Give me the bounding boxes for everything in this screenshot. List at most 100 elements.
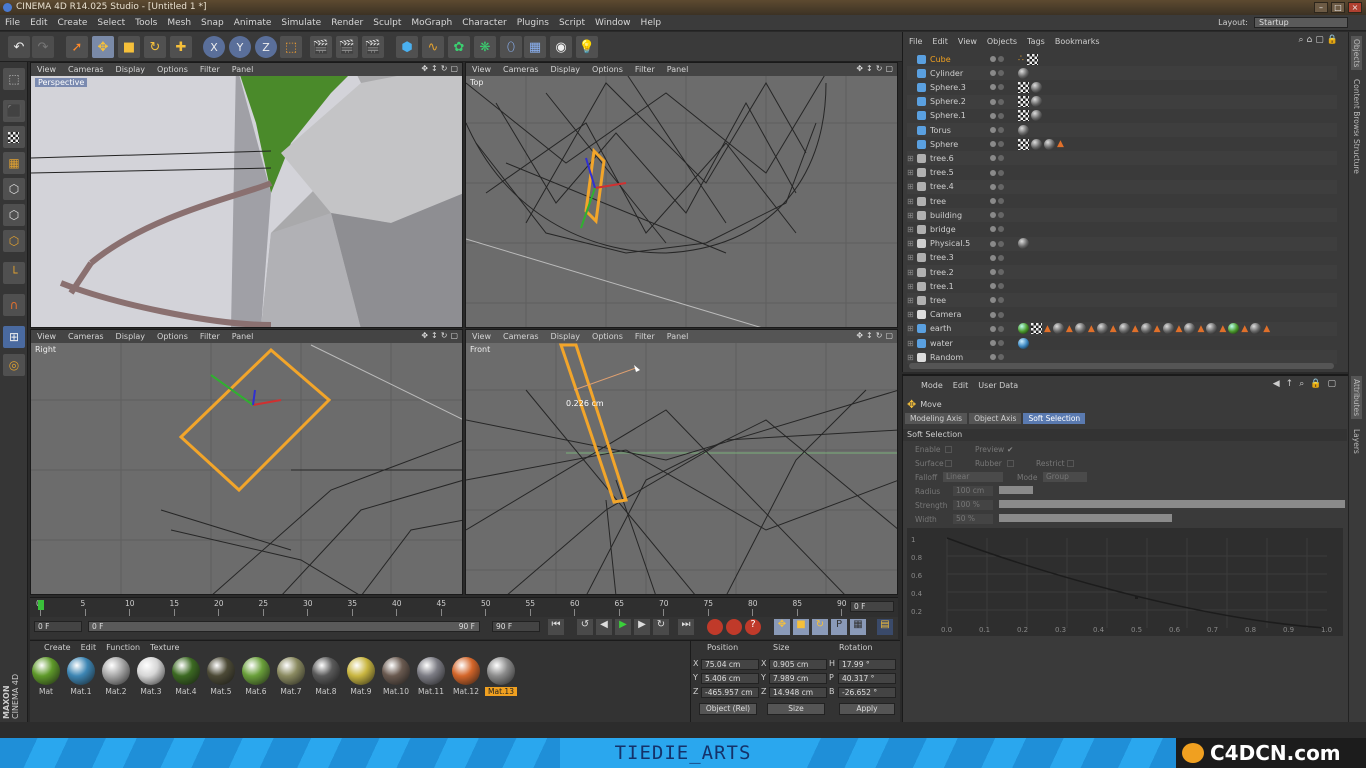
render-visibility-dot[interactable] bbox=[998, 283, 1004, 290]
material-tag-icon[interactable] bbox=[1074, 323, 1086, 335]
texture-tag-icon[interactable] bbox=[1018, 81, 1029, 93]
zoom-view-icon[interactable]: ↕ bbox=[431, 64, 438, 73]
phong-tag-icon[interactable]: ▲ bbox=[1132, 324, 1139, 334]
viewport-menu-view[interactable]: View bbox=[466, 332, 497, 341]
visibility-dots[interactable] bbox=[990, 98, 1012, 105]
render-visibility-dot[interactable] bbox=[998, 254, 1004, 261]
object-row[interactable]: ⊞ tree.2 bbox=[907, 265, 1337, 279]
phong-tag-icon[interactable]: ▲ bbox=[1197, 324, 1204, 334]
material-swatch[interactable]: Mat.11 bbox=[415, 657, 447, 696]
viewport-menu-view[interactable]: View bbox=[466, 65, 497, 74]
editor-visibility-dot[interactable] bbox=[990, 297, 996, 304]
expand-icon[interactable]: ⊞ bbox=[907, 324, 917, 333]
phong-tag-icon[interactable]: ▲ bbox=[1066, 324, 1073, 334]
editor-visibility-dot[interactable] bbox=[990, 325, 996, 332]
texture-tag-icon[interactable] bbox=[1018, 138, 1029, 150]
material-tag-icon[interactable] bbox=[1018, 337, 1029, 349]
viewport-menu-cameras[interactable]: Cameras bbox=[497, 332, 545, 341]
material-tag-icon[interactable] bbox=[1052, 323, 1064, 335]
material-swatch[interactable]: Mat.6 bbox=[240, 657, 272, 696]
object-row[interactable]: ⊞ Camera bbox=[907, 308, 1337, 322]
rotate-view-icon[interactable]: ↻ bbox=[876, 331, 883, 340]
viewport-menu-view[interactable]: View bbox=[31, 332, 62, 341]
editor-visibility-dot[interactable] bbox=[990, 183, 996, 190]
dock-tab-attributes[interactable]: Attributes bbox=[1351, 376, 1362, 420]
viewport-perspective[interactable]: View Cameras Display Options Filter Panel ✥ ↕ ↻ ▢… bbox=[30, 62, 463, 328]
visibility-dots[interactable] bbox=[990, 340, 1012, 346]
phong-tag-icon[interactable]: ▲ bbox=[1088, 324, 1095, 334]
rubber-checkbox[interactable] bbox=[1007, 460, 1014, 467]
render-visibility-dot[interactable] bbox=[998, 311, 1004, 318]
rotation-field[interactable]: 17.99 ° bbox=[838, 659, 896, 670]
viewport-menu-options[interactable]: Options bbox=[151, 332, 194, 341]
spline-icon[interactable]: ∿ bbox=[422, 36, 444, 58]
visibility-dots[interactable] bbox=[990, 212, 1012, 219]
locked-workplane-icon[interactable]: ◎ bbox=[3, 354, 25, 376]
material-swatch[interactable]: Mat.5 bbox=[205, 657, 237, 696]
move-view-icon[interactable]: ✥ bbox=[421, 331, 428, 340]
mode-dropdown[interactable]: Group bbox=[1043, 472, 1087, 482]
camera-icon[interactable]: ◉ bbox=[550, 36, 572, 58]
visibility-dots[interactable] bbox=[990, 70, 1012, 77]
key-position-icon[interactable]: ✥ bbox=[774, 619, 790, 635]
visibility-dots[interactable] bbox=[990, 169, 1012, 176]
editor-visibility-dot[interactable] bbox=[990, 240, 996, 247]
viewport-menu-cameras[interactable]: Cameras bbox=[62, 332, 110, 341]
falloff-dropdown[interactable]: Linear bbox=[943, 472, 1003, 482]
loop-forward-icon[interactable]: ↻ bbox=[653, 619, 669, 635]
light-icon[interactable]: 💡 bbox=[576, 36, 598, 58]
visibility-dots[interactable] bbox=[990, 155, 1012, 162]
quad-view-icon[interactable]: ⊞ bbox=[3, 326, 25, 348]
material-tag-icon[interactable] bbox=[1018, 67, 1029, 79]
key-parameter-icon[interactable]: P bbox=[831, 619, 847, 635]
object-row[interactable]: ⊞ tree.6 bbox=[907, 151, 1337, 166]
deformer-icon[interactable]: ⬯ bbox=[500, 36, 522, 58]
go-to-end-icon[interactable]: ⏭ bbox=[678, 619, 694, 635]
material-menu-function[interactable]: Function bbox=[106, 643, 140, 652]
expand-icon[interactable]: ⊞ bbox=[907, 168, 917, 177]
texture-mode-icon[interactable] bbox=[3, 126, 25, 148]
material-tag-icon[interactable] bbox=[1018, 323, 1029, 335]
material-tag-icon[interactable] bbox=[1140, 323, 1152, 335]
up-arrow-icon[interactable]: ↑ bbox=[1286, 379, 1294, 389]
object-menu-view[interactable]: View bbox=[958, 37, 977, 46]
editor-visibility-dot[interactable] bbox=[990, 354, 996, 361]
make-editable-icon[interactable]: ⬚ bbox=[3, 68, 25, 90]
material-tag-icon[interactable] bbox=[1250, 323, 1262, 335]
rotation-field[interactable]: -26.652 ° bbox=[838, 687, 896, 698]
object-row[interactable]: ⊞ water bbox=[907, 336, 1337, 350]
render-visibility-dot[interactable] bbox=[998, 141, 1004, 148]
minimize-button[interactable]: – bbox=[1314, 2, 1328, 13]
render-visibility-dot[interactable] bbox=[998, 112, 1004, 119]
undo-icon[interactable]: ↶ bbox=[8, 36, 30, 58]
texture-tag-icon[interactable] bbox=[1018, 96, 1029, 108]
material-swatch[interactable]: Mat.2 bbox=[100, 657, 132, 696]
render-visibility-dot[interactable] bbox=[998, 269, 1004, 275]
radius-slider[interactable] bbox=[999, 486, 1033, 494]
editor-visibility-dot[interactable] bbox=[990, 226, 996, 233]
expand-icon[interactable]: ⊞ bbox=[907, 253, 917, 262]
floor-icon[interactable]: ▦ bbox=[524, 36, 546, 58]
material-tag-icon[interactable] bbox=[1162, 323, 1174, 335]
texture-tag-icon[interactable] bbox=[1018, 110, 1029, 122]
render-visibility-dot[interactable] bbox=[998, 155, 1004, 162]
viewport-front[interactable]: View Cameras Display Options Filter Panel ✥ ↕ ↻ ▢… bbox=[465, 329, 898, 595]
editor-visibility-dot[interactable] bbox=[990, 141, 996, 148]
width-field[interactable]: 50 % bbox=[953, 514, 993, 524]
editor-visibility-dot[interactable] bbox=[990, 340, 996, 346]
material-swatch[interactable]: Mat.4 bbox=[170, 657, 202, 696]
visibility-dots[interactable] bbox=[990, 325, 1012, 332]
timeline-window-icon[interactable]: ▤ bbox=[877, 619, 893, 635]
object-row[interactable]: ⊞ tree bbox=[907, 293, 1337, 308]
phong-tag-icon[interactable]: ▲ bbox=[1219, 324, 1226, 334]
move-view-icon[interactable]: ✥ bbox=[421, 64, 428, 73]
editor-visibility-dot[interactable] bbox=[990, 155, 996, 162]
zoom-view-icon[interactable]: ↕ bbox=[866, 64, 873, 73]
position-field[interactable]: -465.957 cm bbox=[701, 687, 759, 698]
expand-icon[interactable]: ⊞ bbox=[907, 239, 917, 248]
viewport-menu-cameras[interactable]: Cameras bbox=[497, 65, 545, 74]
render-visibility-dot[interactable] bbox=[998, 169, 1004, 176]
render-visibility-dot[interactable] bbox=[998, 84, 1004, 91]
size-field[interactable]: 0.905 cm bbox=[769, 659, 827, 670]
strength-slider[interactable] bbox=[999, 500, 1345, 508]
